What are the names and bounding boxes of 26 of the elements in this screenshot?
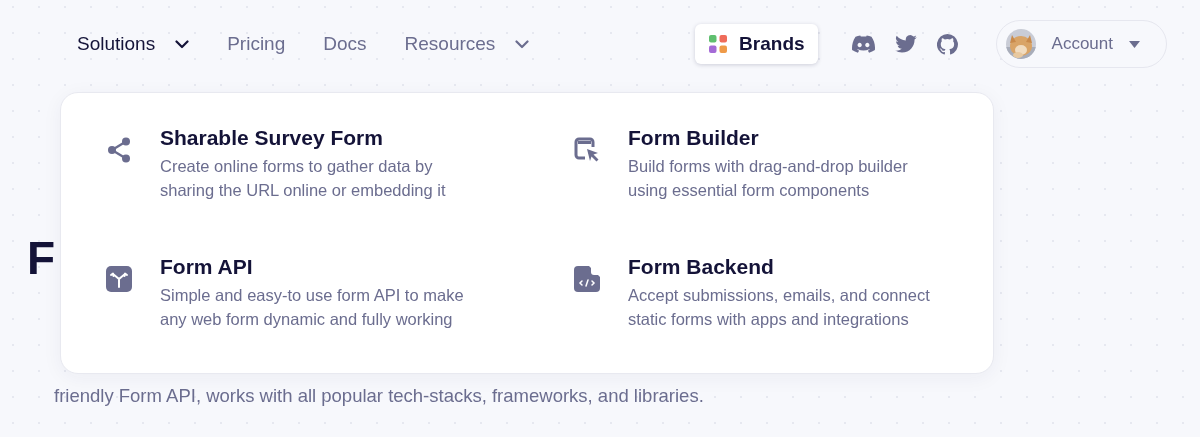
nav-dropdown[interactable]: Solutions <box>77 33 190 55</box>
share-icon <box>107 137 131 163</box>
menu-item-title[interactable]: Form Builder <box>628 126 943 150</box>
nav-link[interactable]: Docs <box>323 33 367 55</box>
hero-text: friendly Form API, works with all popular tech-stacks, frameworks, and libraries. <box>53 384 704 408</box>
twitter-icon[interactable] <box>894 35 917 53</box>
menu-item-title[interactable]: Sharable Survey Form <box>160 126 475 150</box>
menu-item-description: Simple and easy-to use form API to make any web form dynamic and fully working <box>160 285 465 330</box>
code-file-icon <box>574 266 600 292</box>
menu-item-title[interactable]: Form Backend <box>628 255 943 279</box>
menu-item-description: Accept submissions, emails, and connect static forms with apps and integrations <box>628 285 931 330</box>
nav-link[interactable]: Pricing <box>227 33 286 55</box>
menu-item-description: Create online forms to gather data by sharing the URL online or embedding it <box>160 156 447 201</box>
window-cursor-icon <box>573 137 601 163</box>
menu-item-description: Build forms with drag-and-drop builder using essential form components <box>628 156 909 201</box>
chevron-down-icon <box>175 39 190 49</box>
grid-icon <box>709 35 728 53</box>
menu-item-title[interactable]: Form API <box>160 255 475 279</box>
caret-down-icon <box>1129 40 1140 48</box>
chevron-down-icon <box>515 39 530 49</box>
hero-heading: F <box>27 235 56 281</box>
nav-dropdown[interactable]: Resources <box>404 33 530 55</box>
brands-button[interactable]: Brands <box>695 24 818 64</box>
discord-icon[interactable] <box>851 35 875 53</box>
github-icon[interactable] <box>936 33 958 55</box>
account-button[interactable]: Account <box>995 20 1167 68</box>
